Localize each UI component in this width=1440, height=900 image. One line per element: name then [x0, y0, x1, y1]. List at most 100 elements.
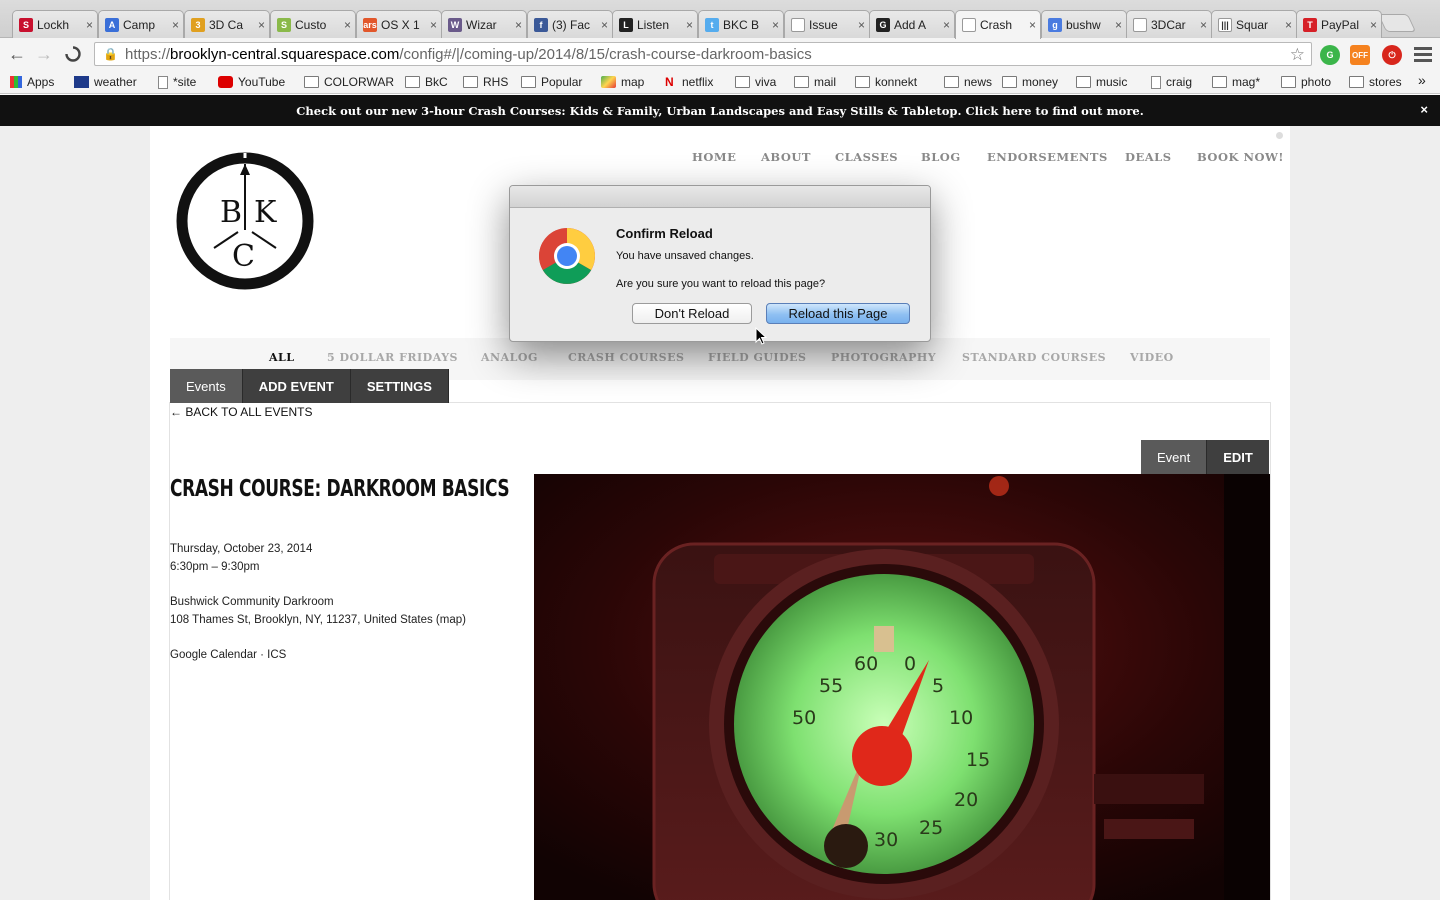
tab-close-icon[interactable]: × — [86, 18, 93, 32]
loading-spinner-icon[interactable] — [62, 44, 84, 64]
calendar-links[interactable]: Google Calendar · ICS — [170, 649, 286, 661]
tab-close-icon[interactable]: × — [601, 18, 608, 32]
folder-icon — [1349, 76, 1364, 88]
browser-tab[interactable]: A Camp × — [98, 10, 184, 38]
category-standard-courses[interactable]: STANDARD COURSES — [962, 351, 1106, 364]
announcement-text[interactable]: Check out our new 3-hour Crash Courses: … — [296, 104, 1143, 118]
category-field-guides[interactable]: FIELD GUIDES — [708, 351, 806, 364]
tab-close-icon[interactable]: × — [344, 18, 351, 32]
tab-close-icon[interactable]: × — [1285, 18, 1292, 32]
browser-tab[interactable]: S Custo × — [270, 10, 356, 38]
tab-events[interactable]: Events — [170, 369, 243, 403]
bookmark-item[interactable]: Apps — [10, 74, 54, 90]
chrome-menu-icon[interactable] — [1414, 44, 1432, 64]
edit-button[interactable]: EDIT — [1207, 440, 1269, 475]
bookmark-item[interactable]: YouTube — [218, 74, 285, 90]
announcement-bar[interactable]: Check out our new 3-hour Crash Courses: … — [0, 95, 1440, 126]
browser-tab[interactable]: g bushw × — [1041, 10, 1127, 38]
nav-item-endorsements[interactable]: ENDORSEMENTS — [987, 150, 1108, 164]
forward-arrow-icon[interactable]: → — [33, 44, 55, 64]
dialog-titlebar[interactable] — [510, 186, 930, 208]
tab-strip: S Lockh × A Camp × 3 3D Ca × S Custo × ars OS X 1 × W Wi… — [0, 0, 1440, 39]
dont-reload-button[interactable]: Don't Reload — [632, 303, 752, 324]
tab-event[interactable]: Event — [1141, 440, 1208, 475]
bookmark-item[interactable]: COLORWAR — [304, 74, 394, 90]
tab-close-icon[interactable]: × — [943, 18, 950, 32]
browser-tab[interactable]: Issue × — [784, 10, 870, 38]
tab-close-icon[interactable]: × — [515, 18, 522, 32]
browser-tab[interactable]: t BKC B × — [698, 10, 784, 38]
timer-num-15: 15 — [966, 749, 990, 771]
browser-tab[interactable]: f (3) Fac × — [527, 10, 613, 38]
browser-tab[interactable]: Crash × — [955, 10, 1041, 39]
tab-title: Lockh — [37, 17, 70, 32]
browser-tab[interactable]: 3DCar × — [1126, 10, 1212, 38]
browser-tab[interactable]: ars OS X 1 × — [356, 10, 442, 38]
browser-tab[interactable]: ||| Squar × — [1211, 10, 1297, 38]
bkc-logo[interactable]: B K C — [174, 150, 316, 292]
tab-close-icon[interactable]: × — [858, 18, 865, 32]
browser-tab[interactable]: G Add A × — [869, 10, 955, 38]
adblock-extension-icon[interactable]: ⏻ — [1382, 45, 1402, 65]
bookmark-item[interactable]: map — [601, 74, 644, 90]
bookmark-item[interactable]: RHS — [463, 74, 508, 90]
bookmark-item[interactable]: stores — [1349, 74, 1402, 90]
tab-close-icon[interactable]: × — [430, 18, 437, 32]
bookmark-item[interactable]: weather — [74, 74, 137, 90]
folder-icon — [1281, 76, 1296, 88]
browser-tab[interactable]: S Lockh × — [12, 10, 98, 38]
tab-close-icon[interactable]: × — [1200, 18, 1207, 32]
category-5-dollar-fridays[interactable]: 5 DOLLAR FRIDAYS — [327, 351, 458, 364]
tab-close-icon[interactable]: × — [258, 18, 265, 32]
tab-close-icon[interactable]: × — [686, 18, 693, 32]
bookmark-item[interactable]: mail — [794, 74, 836, 90]
nav-item-about[interactable]: ABOUT — [761, 150, 811, 164]
category-analog[interactable]: ANALOG — [481, 351, 538, 364]
tab-close-icon[interactable]: × — [1029, 18, 1036, 32]
bookmark-label: photo — [1301, 75, 1332, 89]
browser-tab[interactable]: T PayPal × — [1296, 10, 1382, 38]
event-address[interactable]: 108 Thames St, Brooklyn, NY, 11237, Unit… — [170, 614, 466, 626]
bookmark-item[interactable]: konnekt — [855, 74, 917, 90]
bookmark-star-icon[interactable]: ☆ — [1290, 45, 1305, 65]
tab-close-icon[interactable]: × — [1370, 18, 1377, 32]
bookmark-item[interactable]: viva — [735, 74, 776, 90]
bookmark-item[interactable]: BkC — [405, 74, 448, 90]
announcement-close-icon[interactable]: × — [1420, 102, 1428, 117]
browser-tab[interactable]: W Wizar × — [441, 10, 527, 38]
dialog-title: Confirm Reload — [616, 226, 713, 241]
bookmark-item[interactable]: Popular — [521, 74, 582, 90]
category-video[interactable]: VIDEO — [1130, 351, 1174, 364]
new-tab-button[interactable] — [1377, 14, 1417, 32]
bookmark-item[interactable]: *site — [158, 74, 196, 90]
bookmark-item[interactable]: news — [944, 74, 992, 90]
bookmark-item[interactable]: photo — [1281, 74, 1331, 90]
address-bar[interactable]: 🔒 https://brooklyn-central.squarespace.c… — [94, 42, 1312, 66]
tab-close-icon[interactable]: × — [772, 18, 779, 32]
tab-close-icon[interactable]: × — [172, 18, 179, 32]
tab-add-event[interactable]: ADD EVENT — [242, 369, 351, 403]
grammarly-extension-icon[interactable]: G — [1320, 45, 1340, 65]
nav-item-blog[interactable]: BLOG — [921, 150, 961, 164]
nav-item-book-now[interactable]: BOOK NOW! — [1197, 150, 1284, 164]
back-to-events-link[interactable]: ← BACK TO ALL EVENTS — [170, 405, 313, 419]
category-all[interactable]: ALL — [269, 351, 295, 364]
nav-item-deals[interactable]: DEALS — [1125, 150, 1172, 164]
bookmark-item[interactable]: music — [1076, 74, 1127, 90]
bookmark-item[interactable]: mag* — [1212, 74, 1260, 90]
browser-tab[interactable]: 3 3D Ca × — [184, 10, 270, 38]
nav-item-home[interactable]: HOME — [692, 150, 736, 164]
tab-close-icon[interactable]: × — [1115, 18, 1122, 32]
back-arrow-icon[interactable]: ← — [6, 44, 28, 64]
tab-settings[interactable]: SETTINGS — [350, 369, 449, 403]
bookmarks-overflow-button[interactable]: » — [1418, 72, 1426, 88]
bookmark-item[interactable]: Nnetflix — [665, 74, 713, 90]
browser-tab[interactable]: L Listen × — [612, 10, 698, 38]
category-photography[interactable]: PHOTOGRAPHY — [831, 351, 936, 364]
reload-page-button[interactable]: Reload this Page — [766, 303, 910, 324]
honey-off-extension-icon[interactable]: OFF — [1350, 45, 1370, 65]
bookmark-item[interactable]: money — [1002, 74, 1058, 90]
nav-item-classes[interactable]: CLASSES — [835, 150, 898, 164]
bookmark-item[interactable]: craig — [1151, 74, 1192, 90]
category-crash-courses[interactable]: CRASH COURSES — [568, 351, 684, 364]
